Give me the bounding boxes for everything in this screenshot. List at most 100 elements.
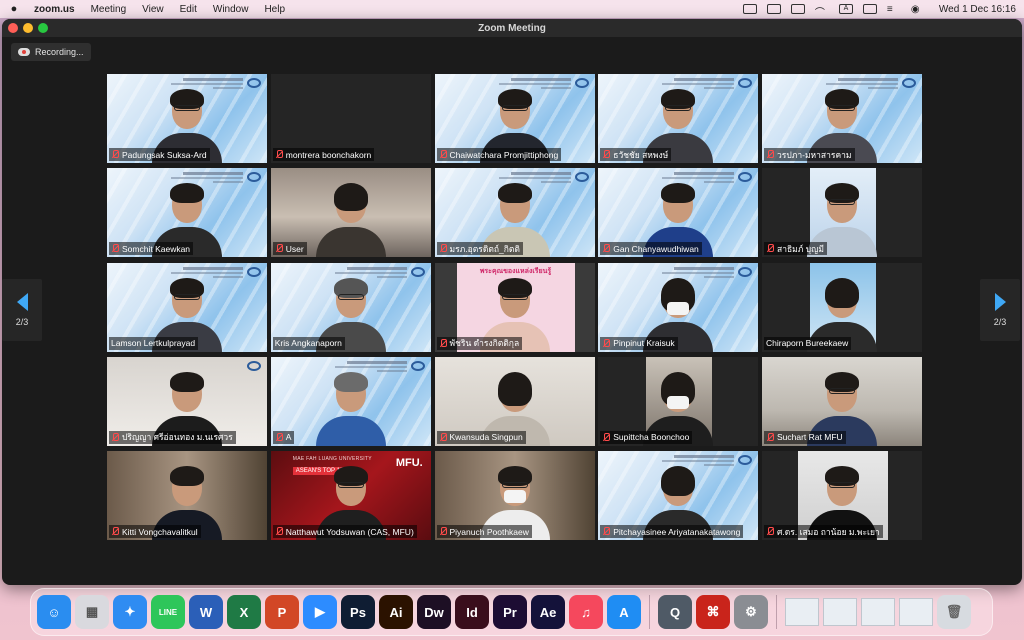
battery-icon[interactable] <box>790 4 805 14</box>
video-tile[interactable]: User <box>270 168 431 258</box>
creative-cloud-icon[interactable] <box>766 4 781 14</box>
participant-name-tag: Chiraporn Bureekaew <box>764 336 852 350</box>
file-thumbnail[interactable] <box>899 598 933 626</box>
video-tile[interactable]: ปริญญา ศรีอ่อนทอง ม.นเรศวร <box>107 356 267 446</box>
video-tile[interactable]: พระคุณของแหล่งเรียนรู้ พัชริน ดำรงกิตติก… <box>434 262 595 352</box>
premiere-icon[interactable]: Pr <box>493 595 527 629</box>
menu-meeting[interactable]: Meeting <box>91 4 127 15</box>
finder-icon[interactable]: ☺ <box>37 595 71 629</box>
dreamweaver-icon[interactable]: Dw <box>417 595 451 629</box>
video-tile[interactable]: Kwansuda Singpun <box>434 356 595 446</box>
conference-logo-icon <box>574 172 589 183</box>
video-tile[interactable]: ศ.ดร. เสมอ ถาน้อย ม.พะเยา <box>762 451 922 540</box>
video-tile[interactable]: Somchit Kaewkan <box>107 168 267 258</box>
zoom-button[interactable] <box>38 23 48 33</box>
video-tile[interactable]: Pinpinut Kraisuk <box>598 262 759 352</box>
participant-name-tag: montrera boonchakorn <box>272 148 375 161</box>
document-thumbnail[interactable] <box>823 598 857 626</box>
muted-mic-icon <box>766 150 774 159</box>
video-tile[interactable]: Kitti Vongchavalitkul <box>107 451 267 540</box>
video-tile[interactable]: Suchart Rat MFU <box>762 356 922 446</box>
dock-separator <box>649 595 650 629</box>
bluetooth-icon[interactable] <box>862 4 877 14</box>
conference-logo-icon <box>902 78 916 88</box>
excel-icon[interactable]: X <box>227 595 261 629</box>
screenshot-thumbnail[interactable] <box>785 598 819 626</box>
keyboard-input-icon[interactable]: A <box>838 4 853 14</box>
cloud-recording-icon <box>18 48 30 56</box>
participant-name-tag: Chaiwatchara Promjittiphong <box>436 148 562 161</box>
video-tile[interactable]: MAE FAH LUANG UNIVERSITY ASEAN'S TOP 10 … <box>270 451 431 540</box>
arrow-right-icon <box>994 293 1006 311</box>
participant-name-tag: ปริญญา ศรีอ่อนทอง ม.นเรศวร <box>109 430 236 444</box>
arrow-left-icon <box>16 293 28 311</box>
quicktime-icon[interactable]: Q <box>658 595 692 629</box>
video-tile[interactable]: montrera boonchakorn <box>270 74 431 163</box>
video-tile[interactable]: Supittcha Boonchoo <box>598 356 759 446</box>
safari-icon[interactable]: ✦ <box>113 595 147 629</box>
photoshop-icon[interactable]: Ps <box>341 595 375 629</box>
video-tile[interactable]: Pitchayasinee Ariyatanakatawong <box>598 451 759 540</box>
trash-icon[interactable]: 🗑 <box>937 595 971 629</box>
video-tile[interactable]: วรปภา-มหาสารคาม <box>762 74 922 163</box>
menu-app-name[interactable]: zoom.us <box>34 4 75 15</box>
window-controls <box>8 23 48 33</box>
participant-name-tag: Kwansuda Singpun <box>436 430 526 444</box>
previous-page-button[interactable]: 2/3 <box>2 279 42 341</box>
powerpoint-icon[interactable]: P <box>265 595 299 629</box>
zoom-status-icon[interactable] <box>742 4 757 14</box>
menu-clock[interactable]: Wed 1 Dec 16:16 <box>939 4 1016 15</box>
line-icon[interactable]: LINE <box>151 595 185 629</box>
control-center-icon[interactable]: ≡ <box>887 4 901 15</box>
muted-mic-icon <box>602 150 611 159</box>
wifi-icon[interactable]: ⌒ <box>815 4 829 19</box>
acrobat-icon[interactable]: ⌘ <box>696 595 730 629</box>
window-thumbnail[interactable] <box>861 598 895 626</box>
video-tile[interactable]: Lamson Lertkulprayad <box>107 262 267 352</box>
video-tile[interactable]: A <box>270 356 431 446</box>
illustrator-icon[interactable]: Ai <box>379 595 413 629</box>
launchpad-icon[interactable]: ▦ <box>75 595 109 629</box>
menu-window[interactable]: Window <box>213 4 249 15</box>
participant-name-tag: User <box>272 242 307 256</box>
mfu-logo: MFU. <box>395 457 423 469</box>
video-tile[interactable]: สาธิมภ์ บุญมี <box>762 168 922 258</box>
menu-edit[interactable]: Edit <box>180 4 197 15</box>
muted-mic-icon <box>439 432 447 442</box>
minimize-button[interactable] <box>23 23 33 33</box>
indesign-icon[interactable]: Id <box>455 595 489 629</box>
system-preferences-icon[interactable]: ⚙ <box>734 595 768 629</box>
apple-icon[interactable]: ● <box>8 3 20 15</box>
menu-bar: ● zoom.us Meeting View Edit Window Help … <box>0 0 1024 19</box>
video-tile[interactable]: Piyanuch Poothkaew <box>434 451 595 540</box>
word-icon[interactable]: W <box>189 595 223 629</box>
next-page-button[interactable]: 2/3 <box>980 279 1020 341</box>
music-icon[interactable]: ♫ <box>569 595 603 629</box>
participant-name-tag: A <box>272 430 295 444</box>
dock: ☺ ▦ ✦ LINE W X P ▶ Ps Ai Dw Id Pr Ae ♫ A Q ⌘ ⚙ 🗑 <box>30 588 993 636</box>
siri-icon[interactable]: ◉ <box>911 4 925 15</box>
conference-logo-icon <box>247 266 261 277</box>
video-tile[interactable]: Chaiwatchara Promjittiphong <box>434 74 595 163</box>
video-tile[interactable]: Gan Chanyawudhiwan <box>598 168 759 258</box>
muted-mic-icon <box>111 527 119 536</box>
participant-name-tag: สาธิมภ์ บุญมี <box>764 242 827 256</box>
video-tile[interactable]: Chiraporn Bureekaew <box>762 262 922 352</box>
video-tile[interactable]: Padungsak Suksa-Ard <box>107 74 267 163</box>
video-tile[interactable]: ธวัชชัย สหพงษ์ <box>598 74 759 163</box>
appstore-icon[interactable]: A <box>607 595 641 629</box>
menu-view[interactable]: View <box>142 4 164 15</box>
conference-logo-icon <box>410 360 425 371</box>
recording-indicator[interactable]: Recording... <box>11 43 91 61</box>
close-button[interactable] <box>8 23 18 33</box>
participant-name-tag: Supittcha Boonchoo <box>600 430 693 444</box>
menu-help[interactable]: Help <box>264 4 285 15</box>
muted-mic-icon <box>439 338 447 348</box>
participant-video <box>315 177 386 258</box>
video-tile[interactable]: Kris Angkanaporn <box>270 262 431 352</box>
participant-name-tag: Gan Chanyawudhiwan <box>600 242 702 256</box>
participant-name-tag: พัชริน ดำรงกิตติกุล <box>436 336 523 350</box>
aftereffects-icon[interactable]: Ae <box>531 595 565 629</box>
video-tile[interactable]: มรภ.อุตรดิตถ์_กิตติ <box>434 168 595 258</box>
zoom-icon[interactable]: ▶ <box>303 595 337 629</box>
